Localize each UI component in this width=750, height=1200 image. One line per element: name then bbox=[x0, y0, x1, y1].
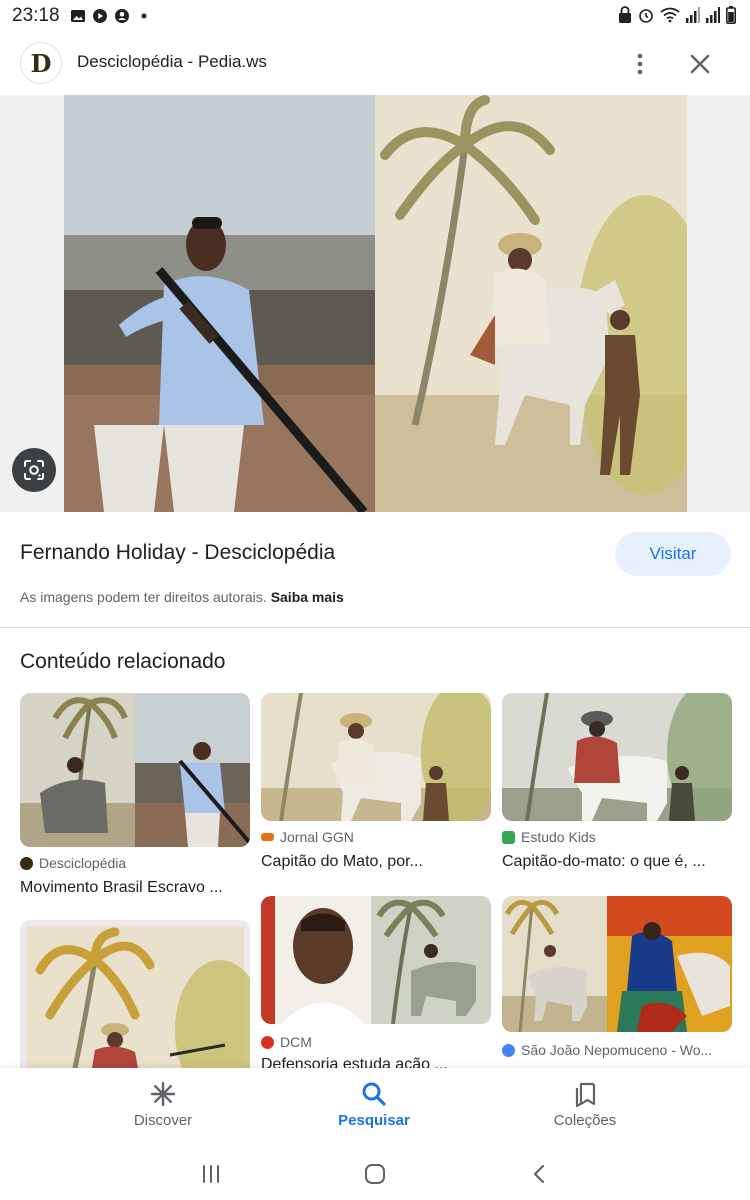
site-logo-letter: D bbox=[30, 48, 52, 78]
related-thumbnail[interactable] bbox=[261, 896, 491, 1024]
nav-label-discover: Discover bbox=[133, 1112, 193, 1129]
lock-icon bbox=[619, 6, 631, 23]
system-navigation-bar bbox=[0, 1148, 750, 1200]
back-icon bbox=[533, 1164, 545, 1184]
estudo-kids-favicon bbox=[502, 830, 515, 844]
alarm-icon bbox=[639, 9, 653, 23]
home-icon bbox=[365, 1164, 385, 1184]
related-source-name: Desciclopédia bbox=[39, 855, 127, 871]
nav-label-search: Pesquisar bbox=[338, 1112, 410, 1129]
battery-icon bbox=[726, 6, 736, 24]
related-item-2[interactable]: Jornal GGN Capitão do Mato, por... bbox=[261, 693, 491, 883]
lens-icon bbox=[24, 460, 44, 480]
painting-capitao-do-mato bbox=[375, 95, 687, 512]
status-icons-right bbox=[618, 6, 736, 24]
wordpress-favicon bbox=[502, 1043, 515, 1057]
site-title[interactable]: Desciclopédia - Pedia.ws bbox=[77, 52, 267, 72]
status-time: 23:18 bbox=[12, 5, 60, 26]
recent-apps-icon bbox=[203, 1165, 219, 1183]
more-options-button[interactable] bbox=[624, 48, 656, 80]
related-thumbnail[interactable] bbox=[261, 693, 491, 821]
lens-button[interactable] bbox=[12, 448, 56, 492]
wifi-icon bbox=[660, 7, 680, 23]
visit-button[interactable]: Visitar bbox=[615, 532, 731, 576]
related-source: São João Nepomuceno - Wo... bbox=[502, 1042, 712, 1058]
desciclopedia-favicon bbox=[20, 856, 33, 870]
dot-icon bbox=[141, 13, 147, 19]
related-thumbnail[interactable] bbox=[20, 920, 250, 1068]
main-image-painting[interactable] bbox=[375, 95, 687, 512]
related-thumbnail[interactable] bbox=[502, 693, 732, 821]
bookmarks-icon bbox=[575, 1082, 596, 1108]
jornal-ggn-favicon bbox=[261, 833, 274, 841]
signal-icon bbox=[686, 7, 700, 23]
related-source-name: DCM bbox=[280, 1034, 312, 1050]
related-thumbnail[interactable] bbox=[20, 693, 250, 847]
related-caption[interactable]: Capitão do Mato, por... bbox=[261, 853, 491, 871]
nav-label-collections: Coleções bbox=[553, 1112, 617, 1129]
related-source: Estudo Kids bbox=[502, 829, 596, 845]
status-bar: 23:18 bbox=[0, 0, 750, 32]
related-item-3[interactable]: Estudo Kids Capitão-do-mato: o que é, ..… bbox=[502, 693, 732, 883]
copyright-notice: As imagens podem ter direitos autorais. S… bbox=[20, 589, 344, 605]
related-item-1[interactable]: Desciclopédia Movimento Brasil Escravo .… bbox=[20, 693, 250, 903]
learn-more-link[interactable]: Saiba mais bbox=[271, 589, 344, 605]
back-button[interactable] bbox=[519, 1158, 559, 1190]
recent-apps-button[interactable] bbox=[191, 1158, 231, 1190]
related-caption[interactable]: Defensoria estuda ação ... bbox=[261, 1056, 491, 1068]
signal-icon bbox=[706, 7, 720, 23]
search-icon bbox=[362, 1082, 386, 1106]
related-item-4[interactable] bbox=[20, 920, 250, 1068]
nav-search[interactable]: Pesquisar bbox=[309, 1068, 439, 1148]
related-caption[interactable]: Capitão-do-mato: o que é, ... bbox=[502, 853, 732, 871]
result-title[interactable]: Fernando Holiday - Desciclopédia bbox=[20, 541, 335, 565]
related-caption[interactable]: Movimento Brasil Escravo ... bbox=[20, 879, 250, 897]
main-image-stage bbox=[0, 95, 750, 512]
close-button[interactable] bbox=[684, 48, 716, 80]
related-content-heading: Conteúdo relacionado bbox=[20, 650, 226, 673]
copyright-text: As imagens podem ter direitos autorais. bbox=[20, 589, 267, 605]
status-icons-left bbox=[70, 8, 152, 24]
related-source: DCM bbox=[261, 1034, 312, 1050]
nav-collections[interactable]: Coleções bbox=[520, 1068, 650, 1148]
bottom-navigation: Discover Pesquisar Coleções bbox=[0, 1068, 750, 1148]
related-item-6[interactable]: São João Nepomuceno - Wo... bbox=[502, 896, 732, 1068]
gallery-icon bbox=[70, 10, 85, 22]
divider bbox=[0, 627, 750, 628]
site-logo[interactable]: D bbox=[20, 42, 62, 84]
dcm-favicon bbox=[261, 1035, 274, 1049]
related-source-name: Jornal GGN bbox=[280, 829, 354, 845]
main-image-photo[interactable] bbox=[64, 95, 375, 512]
related-source-name: São João Nepomuceno - Wo... bbox=[521, 1042, 713, 1058]
related-item-5[interactable]: DCM Defensoria estuda ação ... bbox=[261, 896, 491, 1068]
viewer-header: D Desciclopédia - Pedia.ws bbox=[0, 32, 750, 94]
home-button[interactable] bbox=[355, 1158, 395, 1190]
photo-man-with-shotgun bbox=[64, 95, 375, 512]
youtube-icon bbox=[92, 9, 107, 23]
close-icon bbox=[690, 54, 710, 74]
more-vert-icon bbox=[637, 53, 643, 75]
related-source-name: Estudo Kids bbox=[521, 829, 596, 845]
related-source: Jornal GGN bbox=[261, 829, 354, 845]
nav-discover[interactable]: Discover bbox=[98, 1068, 228, 1148]
asterisk-icon bbox=[150, 1081, 176, 1107]
related-source: Desciclopédia bbox=[20, 855, 126, 871]
related-thumbnail[interactable] bbox=[502, 896, 732, 1032]
account-icon bbox=[114, 9, 129, 23]
